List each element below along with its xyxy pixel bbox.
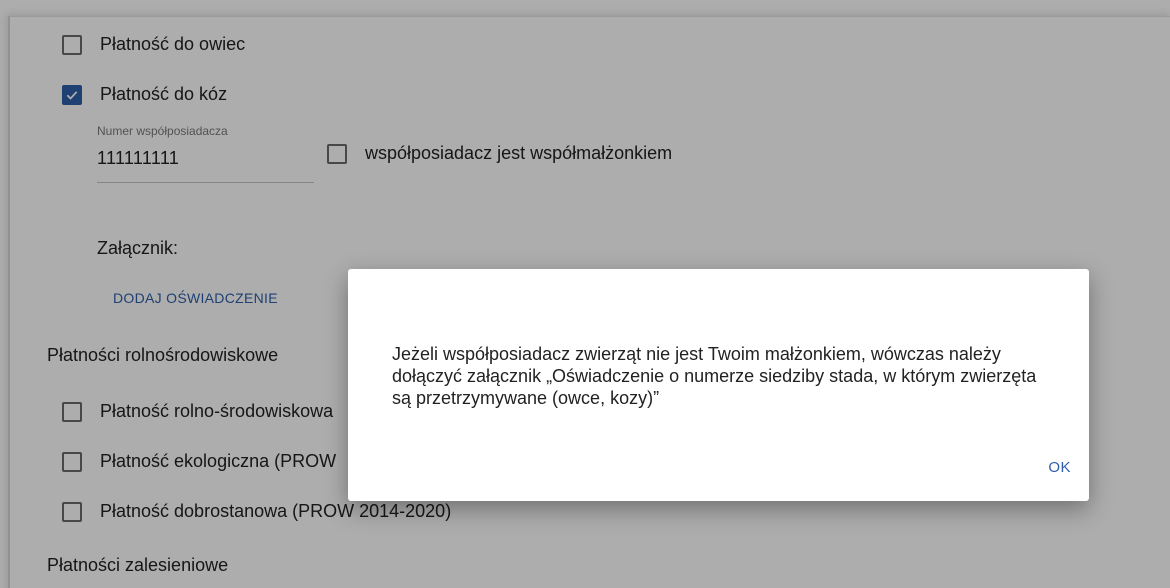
screen: Płatność do owiec Płatność do kóz Numer … bbox=[0, 0, 1170, 588]
dialog-ok-button[interactable]: OK bbox=[1048, 459, 1071, 476]
info-dialog: Jeżeli współposiadacz zwierząt nie jest … bbox=[348, 269, 1089, 501]
dialog-message: Jeżeli współposiadacz zwierząt nie jest … bbox=[392, 344, 1037, 408]
